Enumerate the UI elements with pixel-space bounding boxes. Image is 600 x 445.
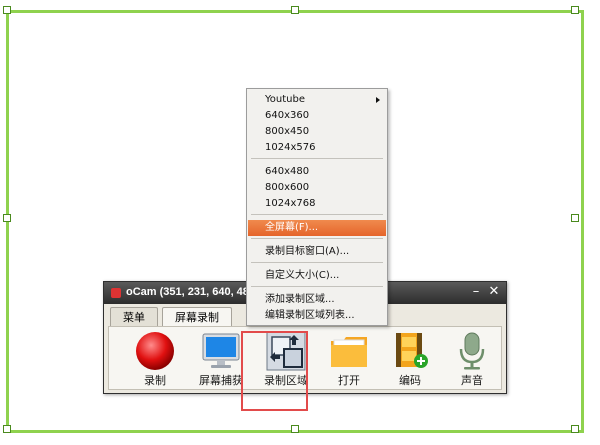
resize-handle-top-right[interactable] bbox=[571, 6, 579, 14]
menu-separator bbox=[251, 238, 383, 239]
record-label: 录制 bbox=[144, 374, 166, 387]
menu-item-fullscreen[interactable]: 全屏幕(F)... bbox=[248, 220, 386, 236]
menu-item-label: Youtube bbox=[265, 94, 305, 105]
minimize-button[interactable]: – bbox=[468, 284, 484, 300]
resize-handle-top-left[interactable] bbox=[3, 6, 11, 14]
menu-separator bbox=[251, 262, 383, 263]
menu-item-1024x576[interactable]: 1024x576 bbox=[248, 140, 386, 156]
window-title: oCam (351, 231, 640, 48 bbox=[126, 286, 249, 298]
close-button[interactable]: ✕ bbox=[486, 284, 502, 300]
menu-item-800x450[interactable]: 800x450 bbox=[248, 124, 386, 140]
record-button[interactable]: 录制 bbox=[123, 327, 183, 389]
submenu-arrow-icon bbox=[376, 97, 380, 103]
sound-label: 声音 bbox=[461, 374, 483, 387]
sound-button[interactable]: 声音 bbox=[440, 327, 500, 389]
menu-item-custom-size[interactable]: 自定义大小(C)... bbox=[248, 268, 386, 284]
resize-handle-bottom-center[interactable] bbox=[291, 425, 299, 433]
monitor-icon bbox=[202, 333, 240, 368]
encode-button[interactable]: 编码 bbox=[378, 327, 438, 389]
resize-handle-middle-left[interactable] bbox=[3, 214, 11, 222]
menu-item-640x480[interactable]: 640x480 bbox=[248, 164, 386, 180]
encode-label: 编码 bbox=[399, 374, 421, 387]
open-button[interactable]: 打开 bbox=[317, 327, 377, 389]
screen-capture-button[interactable]: 屏幕捕获 bbox=[189, 327, 249, 389]
menu-separator bbox=[251, 286, 383, 287]
menu-item-1024x768[interactable]: 1024x768 bbox=[248, 196, 386, 212]
record-region-menu: Youtube 640x360 800x450 1024x576 640x480… bbox=[246, 88, 388, 326]
film-add-icon bbox=[396, 333, 428, 368]
microphone-icon bbox=[459, 332, 485, 370]
menu-item-edit-region-list[interactable]: 编辑录制区域列表... bbox=[248, 308, 386, 324]
ocam-app-icon bbox=[111, 288, 121, 298]
tab-menu[interactable]: 菜单 bbox=[110, 307, 158, 326]
resize-handle-middle-right[interactable] bbox=[571, 214, 579, 222]
tab-screen-record[interactable]: 屏幕录制 bbox=[162, 307, 232, 328]
menu-separator bbox=[251, 214, 383, 215]
menu-item-youtube[interactable]: Youtube bbox=[248, 92, 386, 108]
menu-item-640x360[interactable]: 640x360 bbox=[248, 108, 386, 124]
menu-item-800x600[interactable]: 800x600 bbox=[248, 180, 386, 196]
open-label: 打开 bbox=[338, 374, 360, 387]
menu-item-target-window[interactable]: 录制目标窗口(A)... bbox=[248, 244, 386, 260]
callout-highlight-box bbox=[241, 331, 308, 411]
menu-item-add-region[interactable]: 添加录制区域... bbox=[248, 292, 386, 308]
resize-handle-top-center[interactable] bbox=[291, 6, 299, 14]
record-icon bbox=[136, 332, 174, 370]
resize-handle-bottom-left[interactable] bbox=[3, 425, 11, 433]
menu-separator bbox=[251, 158, 383, 159]
folder-icon bbox=[331, 337, 367, 367]
resize-handle-bottom-right[interactable] bbox=[571, 425, 579, 433]
